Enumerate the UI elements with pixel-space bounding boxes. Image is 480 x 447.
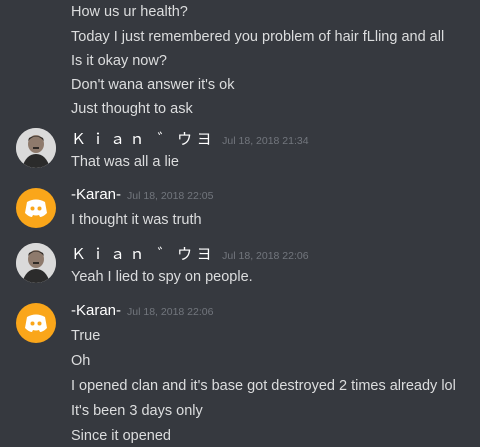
username[interactable]: Ｋｉａｎ ゛ウヨ: [71, 243, 216, 264]
message-line: That was all a lie: [71, 154, 179, 170]
message-line: Don't wana answer it's ok: [71, 77, 235, 93]
username[interactable]: Ｋｉａｎ ゛ウヨ: [71, 128, 216, 149]
username[interactable]: -Karan-: [71, 186, 121, 203]
discord-logo-avatar[interactable]: [16, 188, 56, 228]
message-line: Today I just remembered you problem of h…: [71, 29, 445, 45]
timestamp: Jul 18, 2018 22:06: [222, 250, 309, 262]
message-line: How us ur health?: [71, 4, 188, 20]
message-line: True: [71, 328, 101, 344]
message-line: Yeah I lied to spy on people.: [71, 269, 253, 285]
message-header: Ｋｉａｎ ゛ウヨ Jul 18, 2018 21:34: [71, 128, 309, 148]
message-line: Just thought to ask: [71, 101, 193, 117]
discord-logo-avatar[interactable]: [16, 303, 56, 343]
username[interactable]: -Karan-: [71, 302, 121, 319]
message-line: Is it okay now?: [71, 53, 167, 69]
message-line: Since it opened: [71, 428, 171, 444]
message-line: I thought it was truth: [71, 212, 202, 228]
timestamp: Jul 18, 2018 21:34: [222, 135, 309, 147]
message-line: Oh: [71, 353, 91, 369]
user-photo-avatar[interactable]: [16, 128, 56, 168]
timestamp: Jul 18, 2018 22:06: [127, 306, 214, 318]
user-photo-avatar[interactable]: [16, 243, 56, 283]
message-line: I opened clan and it's base got destroye…: [71, 378, 456, 394]
message-header: Ｋｉａｎ ゛ウヨ Jul 18, 2018 22:06: [71, 243, 309, 263]
message-line: It's been 3 days only: [71, 403, 203, 419]
timestamp: Jul 18, 2018 22:05: [127, 190, 214, 202]
message-header: -Karan- Jul 18, 2018 22:05: [71, 186, 213, 206]
message-header: -Karan- Jul 18, 2018 22:06: [71, 302, 213, 322]
